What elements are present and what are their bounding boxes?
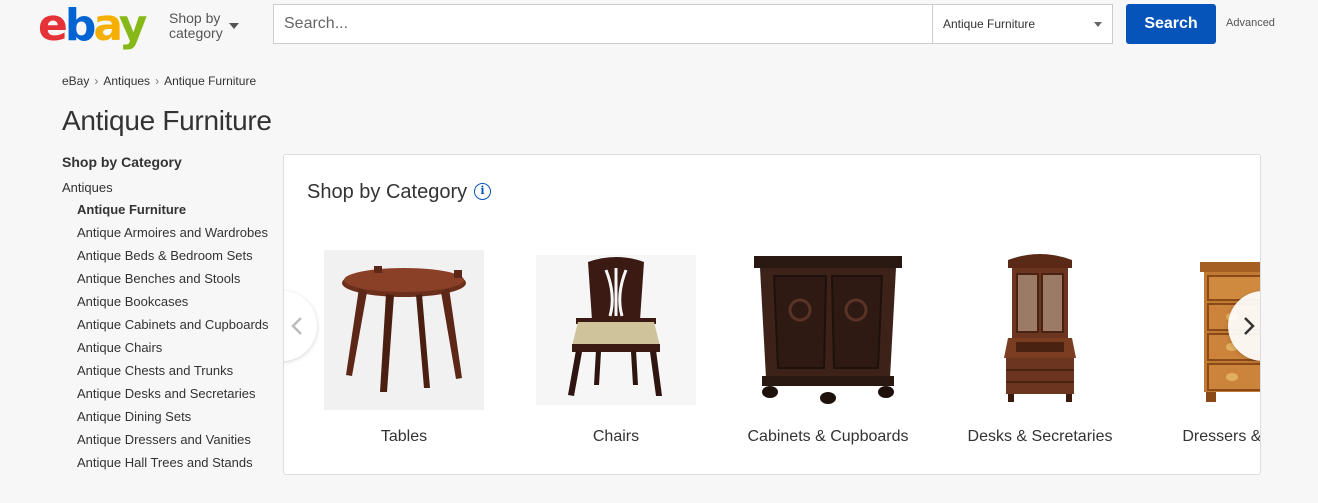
caret-down-icon: [229, 23, 239, 29]
sidebar-category-list: Antique Furniture Antique Armoires and W…: [62, 203, 272, 469]
breadcrumb-separator-icon: ›: [94, 74, 99, 88]
chevron-right-icon: [1244, 317, 1255, 335]
chevron-left-icon: [291, 317, 302, 335]
category-label-desks-secretaries: Desks & Secretaries: [967, 428, 1113, 445]
search-input[interactable]: [274, 5, 932, 43]
search-bar: Antique Furniture: [273, 4, 1113, 44]
category-select-value: Antique Furniture: [943, 17, 1036, 31]
category-label-tables: Tables: [380, 428, 428, 445]
category-card-cabinets-cupboards[interactable]: Cabinets & Cupboards: [728, 250, 928, 446]
shop-by-category-button[interactable]: Shop by category: [169, 10, 239, 41]
shop-by-label: Shop by: [169, 10, 221, 26]
logo-letter-a: a: [93, 0, 121, 51]
sidebar-item-cabinets-cupboards[interactable]: Antique Cabinets and Cupboards: [77, 318, 272, 331]
cabinet-image: [728, 250, 928, 410]
breadcrumb: eBay › Antiques › Antique Furniture: [62, 74, 256, 88]
logo-letter-b: b: [64, 0, 96, 51]
caret-down-icon: [1094, 22, 1102, 27]
carousel-title: Shop by Category: [307, 181, 468, 203]
breadcrumb-link-ebay[interactable]: eBay: [62, 74, 89, 88]
chair-image: [516, 250, 716, 410]
table-image: [304, 250, 504, 410]
sidebar-item-armoires-wardrobes[interactable]: Antique Armoires and Wardrobes: [77, 226, 272, 239]
page-title: Antique Furniture: [62, 105, 272, 136]
breadcrumb-link-antiques[interactable]: Antiques: [103, 74, 150, 88]
sidebar-item-antique-furniture[interactable]: Antique Furniture: [77, 203, 272, 216]
breadcrumb-current: Antique Furniture: [164, 74, 257, 88]
category-label-cabinets-cupboards: Cabinets & Cupboards: [747, 428, 909, 445]
breadcrumb-separator-icon: ›: [155, 74, 160, 88]
category-card-chairs[interactable]: Chairs: [516, 250, 716, 446]
sidebar-item-chests-trunks[interactable]: Antique Chests and Trunks: [77, 364, 272, 377]
advanced-search-link[interactable]: Advanced: [1226, 17, 1275, 29]
category-label: category: [169, 25, 223, 41]
sidebar-heading: Shop by Category: [62, 154, 182, 170]
shop-by-category-carousel: Shop by Category i Tables Chairs Cabinet…: [283, 154, 1261, 475]
sidebar-item-bookcases[interactable]: Antique Bookcases: [77, 295, 272, 308]
category-label-chairs: Chairs: [592, 428, 640, 445]
info-icon[interactable]: i: [474, 183, 491, 200]
logo-letter-y: y: [118, 0, 148, 51]
category-label-dressers-vanities: Dressers & Vanities: [1182, 428, 1261, 445]
sidebar-item-dining-sets[interactable]: Antique Dining Sets: [77, 410, 272, 423]
category-select[interactable]: Antique Furniture: [932, 5, 1112, 43]
category-card-tables[interactable]: Tables: [304, 250, 504, 446]
header: ebay Shop by category Antique Furniture …: [0, 0, 1318, 52]
ebay-logo[interactable]: ebay: [38, 0, 148, 51]
search-button[interactable]: Search: [1126, 4, 1216, 44]
category-card-desks-secretaries[interactable]: Desks & Secretaries: [940, 250, 1140, 446]
sidebar-item-desks-secretaries[interactable]: Antique Desks and Secretaries: [77, 387, 272, 400]
logo-letter-e: e: [38, 0, 68, 51]
sidebar-parent-link[interactable]: Antiques: [62, 180, 272, 195]
sidebar-item-beds-bedroom-sets[interactable]: Antique Beds & Bedroom Sets: [77, 249, 272, 262]
sidebar-item-chairs[interactable]: Antique Chairs: [77, 341, 272, 354]
sidebar-item-benches-stools[interactable]: Antique Benches and Stools: [77, 272, 272, 285]
secretary-desk-image: [940, 250, 1140, 410]
sidebar: Shop by Category Antiques Antique Furnit…: [62, 154, 272, 479]
sidebar-item-hall-trees-stands[interactable]: Antique Hall Trees and Stands: [77, 456, 272, 469]
sidebar-item-dressers-vanities[interactable]: Antique Dressers and Vanities: [77, 433, 272, 446]
